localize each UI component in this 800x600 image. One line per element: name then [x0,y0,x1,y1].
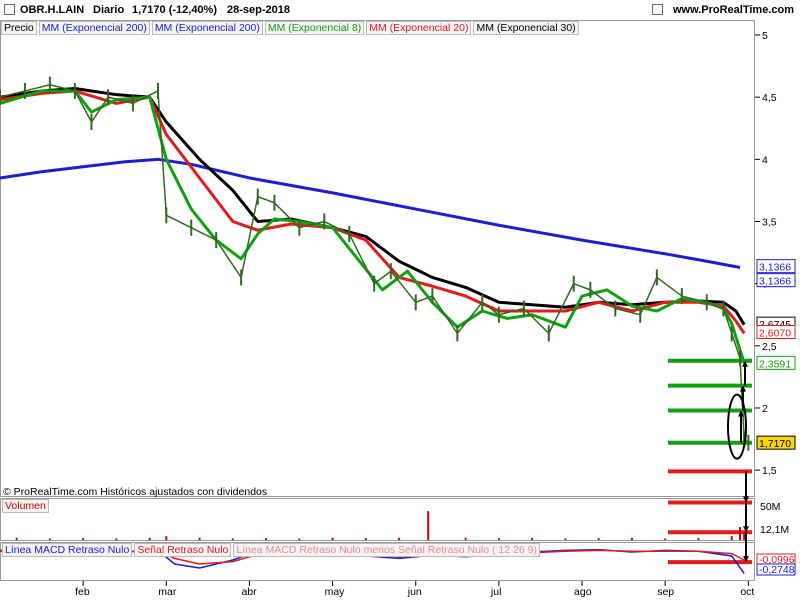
volume-panel-frame [0,498,755,541]
macd-value-label: -0,2748 [759,564,795,576]
price-chart: 54,543,532,521,5febmarabrmayjunjulagosep… [0,20,796,598]
price-panel-frame [0,20,755,497]
value-tag-label: 2,3591 [759,358,791,370]
macd-label-1: Línea MACD Retraso Nulo [2,543,133,557]
y-tick-label: 5 [762,30,768,42]
value-tag-label: 3,1366 [759,262,791,274]
y-tick-label: 1,5 [762,465,777,477]
series-line-1 [0,86,746,326]
x-tick-label: jul [490,586,502,598]
series-line-3 [0,89,746,364]
y-tick-label: 3,5 [762,216,777,228]
footer-note: © ProRealTime.com Históricos ajustados c… [3,486,268,498]
macd-label-2: Señal Retraso Nulo [134,543,232,557]
value-tag-label: 3,1366 [759,276,791,288]
volume-label: Volumen [2,499,49,513]
series-line-4 [0,83,749,444]
y-tick-label: 4,5 [762,92,777,104]
y-tick-label: 2,5 [762,341,777,353]
volume-legend: Volumen [2,499,51,513]
macd-legend: Línea MACD Retraso Nulo Señal Retraso Nul… [2,543,542,557]
x-tick-label: mar [158,586,177,598]
volume-tick-label: 50M [760,501,780,513]
volume-tick-label: 12,1M [760,524,789,536]
x-tick-label: abr [241,586,257,598]
y-tick-label: 4 [762,154,768,166]
series-line-0 [0,157,741,269]
macd-label-3: Línea MACD Retraso Nulo menos Señal Retr… [233,543,540,557]
x-tick-label: sep [657,586,674,598]
value-tag-label: 1,7170 [759,438,791,450]
value-tag-label: 2,6070 [759,328,791,340]
series-line-2 [0,89,746,335]
x-tick-label: oct [740,586,754,598]
x-tick-label: jun [407,586,422,598]
x-tick-label: may [325,586,346,598]
y-tick-label: 2 [762,403,768,415]
x-tick-label: ago [574,586,592,598]
x-tick-label: feb [75,586,90,598]
